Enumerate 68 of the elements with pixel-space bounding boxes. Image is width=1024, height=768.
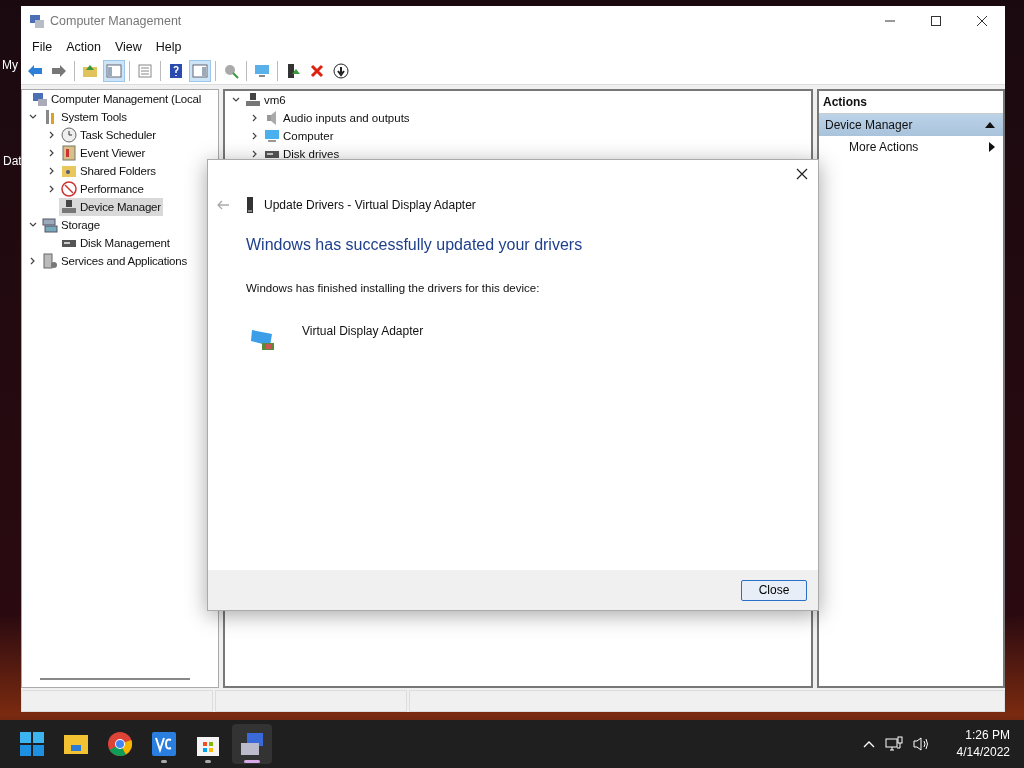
dialog-title: Update Drivers - Virtual Display Adapter bbox=[264, 198, 476, 212]
storage-icon bbox=[42, 217, 58, 233]
tree-item[interactable]: Disk Management bbox=[59, 234, 172, 252]
tree-item[interactable]: Task Scheduler bbox=[59, 126, 158, 144]
back-arrow-icon bbox=[27, 63, 43, 79]
clock-time[interactable]: 1:26 PM bbox=[965, 727, 1010, 744]
action-item[interactable]: More Actions bbox=[819, 136, 1003, 158]
close-button[interactable]: Close bbox=[741, 579, 807, 601]
scroll-bar[interactable] bbox=[40, 677, 190, 681]
device-name: Virtual Display Adapter bbox=[302, 324, 424, 338]
folder-icon bbox=[61, 163, 77, 179]
menu-item[interactable]: File bbox=[25, 40, 60, 54]
computer-icon bbox=[32, 91, 48, 107]
browser-icon bbox=[107, 731, 133, 757]
forward-arrow-icon bbox=[51, 63, 67, 79]
remove-icon bbox=[309, 63, 325, 79]
menu-item[interactable]: Help bbox=[148, 40, 189, 54]
window-title: Computer Management bbox=[50, 14, 182, 28]
server-icon bbox=[42, 253, 58, 269]
list-icon bbox=[137, 63, 153, 79]
dialog-heading: Windows has successfully updated your drivers bbox=[246, 236, 584, 254]
device-item[interactable]: vm6 bbox=[243, 91, 288, 109]
device-icon bbox=[61, 199, 77, 215]
desktop-icon-label[interactable]: Dat bbox=[3, 154, 22, 168]
device-item[interactable]: Computer bbox=[262, 127, 336, 145]
folder-up-icon bbox=[82, 63, 98, 79]
computer-management-taskbar-button[interactable] bbox=[232, 724, 272, 764]
device-icon bbox=[245, 92, 261, 108]
volume-icon[interactable] bbox=[912, 736, 931, 752]
action-pane-icon bbox=[192, 63, 208, 79]
clock-icon bbox=[61, 127, 77, 143]
tree-item[interactable]: Event Viewer bbox=[59, 144, 148, 162]
gauge-icon bbox=[61, 181, 77, 197]
monitor-icon bbox=[254, 63, 270, 79]
show-hidden-icons-icon[interactable] bbox=[862, 740, 875, 748]
device-icon bbox=[246, 197, 254, 213]
tree-item[interactable]: Device Manager bbox=[59, 198, 163, 216]
collapse-icon bbox=[985, 121, 995, 129]
computer-management-icon bbox=[29, 13, 45, 29]
down-arrow-button[interactable] bbox=[330, 60, 352, 82]
tree-item[interactable]: System Tools bbox=[40, 108, 129, 126]
computer-management-icon bbox=[239, 731, 265, 757]
close-icon bbox=[796, 168, 808, 180]
menu-item[interactable]: Action bbox=[59, 40, 108, 54]
device-update-icon bbox=[285, 63, 301, 79]
dialog-message: Windows has finished installing the drivers for this device: bbox=[246, 282, 541, 294]
start-icon bbox=[19, 731, 45, 757]
clock-date[interactable]: 4/14/2022 bbox=[956, 744, 1010, 761]
log-icon bbox=[61, 145, 77, 161]
device-item[interactable]: Audio inputs and outputs bbox=[262, 109, 412, 127]
tree-item[interactable]: Performance bbox=[59, 180, 146, 198]
menu-item[interactable]: View bbox=[107, 40, 149, 54]
maximize-icon bbox=[930, 15, 942, 27]
editor-icon bbox=[151, 731, 177, 757]
device-item[interactable]: Disk drives bbox=[262, 145, 342, 163]
help-icon bbox=[168, 63, 184, 79]
tree-item[interactable]: Services and Applications bbox=[40, 252, 190, 270]
scan-icon bbox=[223, 63, 239, 79]
tree-pane-icon bbox=[106, 63, 122, 79]
network-icon[interactable] bbox=[884, 736, 903, 752]
monitor-icon bbox=[264, 128, 280, 144]
submenu-arrow-icon bbox=[989, 142, 995, 152]
tree-item[interactable]: Computer Management (Local bbox=[30, 90, 204, 108]
desktop-icon-label[interactable]: My bbox=[2, 58, 18, 72]
tree-item[interactable]: Shared Folders bbox=[59, 162, 158, 180]
action-section-header[interactable]: Device Manager bbox=[819, 114, 1003, 136]
close-icon bbox=[976, 15, 988, 27]
tree-item[interactable]: Storage bbox=[40, 216, 102, 234]
